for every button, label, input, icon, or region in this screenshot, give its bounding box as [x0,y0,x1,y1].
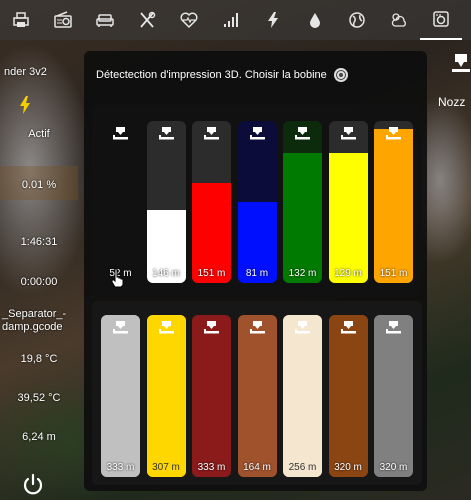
elapsed-time: 1:46:31 [20,236,58,248]
radio-icon[interactable] [42,0,84,40]
temperature-2: 39,52 °C [17,392,61,404]
spool-2[interactable]: 146 m [146,121,186,283]
cutlery-icon[interactable] [126,0,168,40]
spool-length-label: 151 m [197,268,226,279]
extruder-icon [386,127,401,141]
filename-line-2: damp.gcode [2,321,63,333]
spool-length-label: 333 m [106,462,135,473]
extruder-icon [295,127,310,141]
appliance-icon[interactable] [420,0,462,40]
spool-fill [101,121,140,283]
spool-fill [146,315,186,477]
spool-fill [328,153,368,283]
spool-fill [283,153,322,283]
spool-3[interactable]: 333 m [192,315,231,477]
spool-5[interactable]: 132 m [283,121,322,283]
spool-1[interactable]: 52 m [101,121,140,283]
lightning-icon[interactable] [252,0,294,40]
spool-selection-dialog: Détectection d'impression 3D. Choisir la… [84,51,427,491]
printer-state: Actif [28,128,50,140]
weather-icon[interactable] [378,0,420,40]
extruder-icon [386,321,401,335]
spool-5[interactable]: 256 m [283,315,322,477]
spool-row-2: 333 m 307 m 333 m 164 m 256 m 320 m 320 m [92,301,422,485]
spool-4[interactable]: 164 m [237,315,277,477]
sofa-icon[interactable] [84,0,126,40]
right-status-column: Nozz [430,40,471,500]
spool-2[interactable]: 307 m [146,315,186,477]
globe-icon[interactable] [336,0,378,40]
spool-length-label: 151 m [379,268,408,279]
spool-fill [237,315,277,477]
temperature-1: 19,8 °C [20,353,58,365]
spool-length-label: 146 m [152,268,180,279]
print-progress: 0.01 % [21,179,57,191]
signal-bars-icon[interactable] [210,0,252,40]
printer-icon[interactable] [0,0,42,40]
spool-fill [374,129,413,283]
extruder-icon [340,321,356,335]
spool-fill [328,315,368,477]
spool-length-label: 333 m [197,462,226,473]
dialog-title-text: Détectection d'impression 3D. Choisir la… [96,69,327,81]
extruder-icon [249,321,265,335]
extruder-icon [340,127,356,141]
spool-length-label: 164 m [243,462,271,473]
filament-length: 6,24 m [22,431,56,443]
spool-fill [283,315,322,477]
spool-fill [101,315,140,477]
spool-3[interactable]: 151 m [192,121,231,283]
spool-length-label: 256 m [288,462,317,473]
printer-status-column: nder 3v2 Actif 0.01 % 1:46:31 0:00:00 _S… [0,40,78,500]
spool-7[interactable]: 151 m [374,121,413,283]
spool-length-label: 307 m [152,462,180,473]
spool-fill [192,315,231,477]
spool-length-label: 320 m [334,462,362,473]
spool-row-1: 52 m 146 m 151 m 81 m 132 m 129 m 151 m [92,105,422,295]
extruder-icon [204,321,219,335]
spool-length-label: 132 m [288,268,317,279]
extruder-icon [249,127,265,141]
nozzle-label: Nozz [438,95,466,109]
top-icon-bar [0,0,471,40]
extruder-icon [158,127,174,141]
spool-length-label: 81 m [245,268,269,279]
spool-length-label: 129 m [334,268,362,279]
gcode-filename: _Separator_- damp.gcode [2,308,80,334]
power-icon[interactable] [20,472,46,498]
dialog-title: Détectection d'impression 3D. Choisir la… [96,67,349,83]
printer-name: nder 3v2 [4,66,47,78]
spool-length-label: 320 m [379,462,408,473]
water-drop-icon[interactable] [294,0,336,40]
extruder-icon [204,127,219,141]
spool-6[interactable]: 129 m [328,121,368,283]
extruder-icon [113,127,128,141]
spool-6[interactable]: 320 m [328,315,368,477]
hand-cursor-icon [111,268,124,288]
lightning-icon [20,96,30,114]
extruder-icon [295,321,310,335]
extruder-icon [452,54,470,72]
spool-1[interactable]: 333 m [101,315,140,477]
filename-line-1: _Separator_- [2,308,67,320]
remaining-time: 0:00:00 [20,276,58,288]
spool-fill [374,315,413,477]
spool-4[interactable]: 81 m [237,121,277,283]
extruder-icon [158,321,174,335]
extruder-icon [113,321,128,335]
spool-7[interactable]: 320 m [374,315,413,477]
spool-icon [333,68,348,82]
heart-pulse-icon[interactable] [168,0,210,40]
